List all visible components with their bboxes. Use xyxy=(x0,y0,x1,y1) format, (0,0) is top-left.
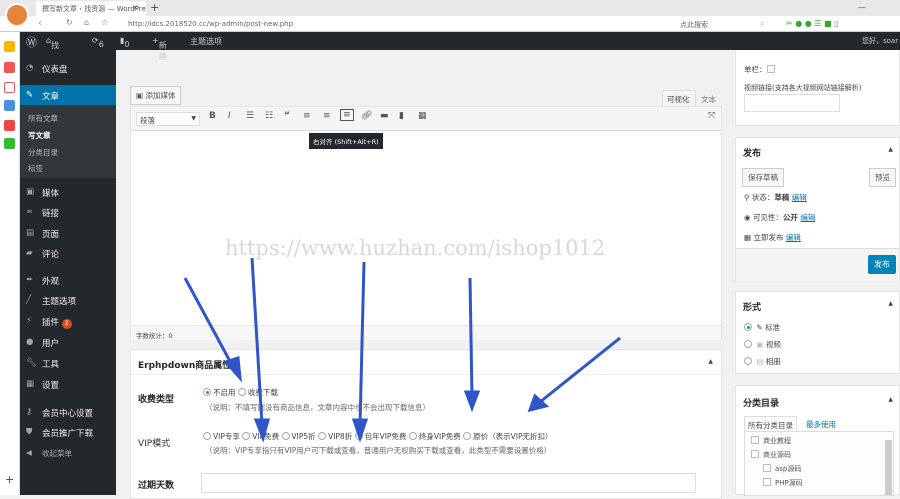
categories-title: 分类目录 xyxy=(743,399,780,409)
eye-icon: ◉ xyxy=(744,213,751,222)
format-title: 形式 xyxy=(743,303,762,313)
arrow xyxy=(183,277,234,366)
checkbox xyxy=(763,464,771,472)
category-item[interactable]: PHP源码 xyxy=(763,478,803,488)
save-draft-button[interactable]: 保存草稿 xyxy=(742,168,784,187)
publish-box: 发布 ▲ 保存草稿 预览 ⚲ 状态：草稿 编辑 ◉ 可见性：公开 编辑 ▦ 立即… xyxy=(735,137,900,281)
preview-button[interactable]: 预览 xyxy=(869,168,896,187)
collapse-arrow-icon[interactable]: ▲ xyxy=(888,396,893,403)
arrowhead xyxy=(253,418,270,443)
pin-icon: ✎ xyxy=(756,323,763,332)
publish-title: 发布 xyxy=(743,149,762,159)
category-item[interactable]: 商业源码 xyxy=(751,450,791,460)
publish-button[interactable]: 发布 xyxy=(868,255,896,274)
radio-icon xyxy=(744,357,752,365)
video-meta-box: 单栏： 视频链接(支持各大视频网站链接解析) xyxy=(735,50,900,126)
category-item[interactable]: 商业教程 xyxy=(751,436,791,446)
arrowhead xyxy=(463,390,481,413)
category-item[interactable]: asp源码 xyxy=(763,464,801,474)
calendar-icon: ▦ xyxy=(744,233,752,242)
arrowhead xyxy=(223,355,242,383)
schedule-row: ▦ 立即发布 编辑 xyxy=(744,233,801,242)
edit-status-link[interactable]: 编辑 xyxy=(792,193,807,202)
pin-icon: ⚲ xyxy=(744,193,750,202)
edit-schedule-link[interactable]: 编辑 xyxy=(786,233,801,242)
gallery-icon: ▤ xyxy=(756,357,764,366)
video-icon: ▣ xyxy=(756,340,764,349)
arrow xyxy=(250,257,264,426)
checkbox xyxy=(751,436,759,444)
collapse-arrow-icon[interactable]: ▲ xyxy=(888,146,893,153)
category-list: 商业教程 商业源码 asp源码 PHP源码 xyxy=(744,431,894,496)
video-link-input[interactable] xyxy=(744,94,840,112)
collapse-arrow-icon[interactable]: ▲ xyxy=(888,300,893,307)
format-option-gallery[interactable]: ▤ 相册 xyxy=(744,356,781,367)
arrowhead xyxy=(351,418,369,443)
scrollbar[interactable] xyxy=(885,440,892,495)
arrow xyxy=(468,277,474,398)
column-checkbox[interactable] xyxy=(766,65,775,73)
video-link-label: 视频链接(支持各大视频网站链接解析) xyxy=(744,84,862,92)
status-row: ⚲ 状态：草稿 编辑 xyxy=(744,193,807,202)
categories-box: 分类目录 ▲ 所有分类目录 最多使用 商业教程 商业源码 asp源码 PHP源码 xyxy=(735,385,900,496)
radio-icon xyxy=(744,340,752,348)
edit-visibility-link[interactable]: 编辑 xyxy=(800,213,815,222)
checkbox xyxy=(763,478,771,486)
column-option: 单栏： xyxy=(744,64,779,75)
radio-icon xyxy=(744,323,752,331)
arrow xyxy=(539,336,621,404)
tab-popular-categories[interactable]: 最多使用 xyxy=(806,419,836,430)
arrow xyxy=(358,261,366,426)
checkbox xyxy=(751,450,759,458)
format-option-standard[interactable]: ✎ 标准 xyxy=(744,322,780,333)
format-option-video[interactable]: ▣ 视频 xyxy=(744,339,781,350)
format-box: 形式 ▲ ✎ 标准 ▣ 视频 ▤ 相册 xyxy=(735,291,900,374)
visibility-row: ◉ 可见性：公开 编辑 xyxy=(744,213,816,222)
